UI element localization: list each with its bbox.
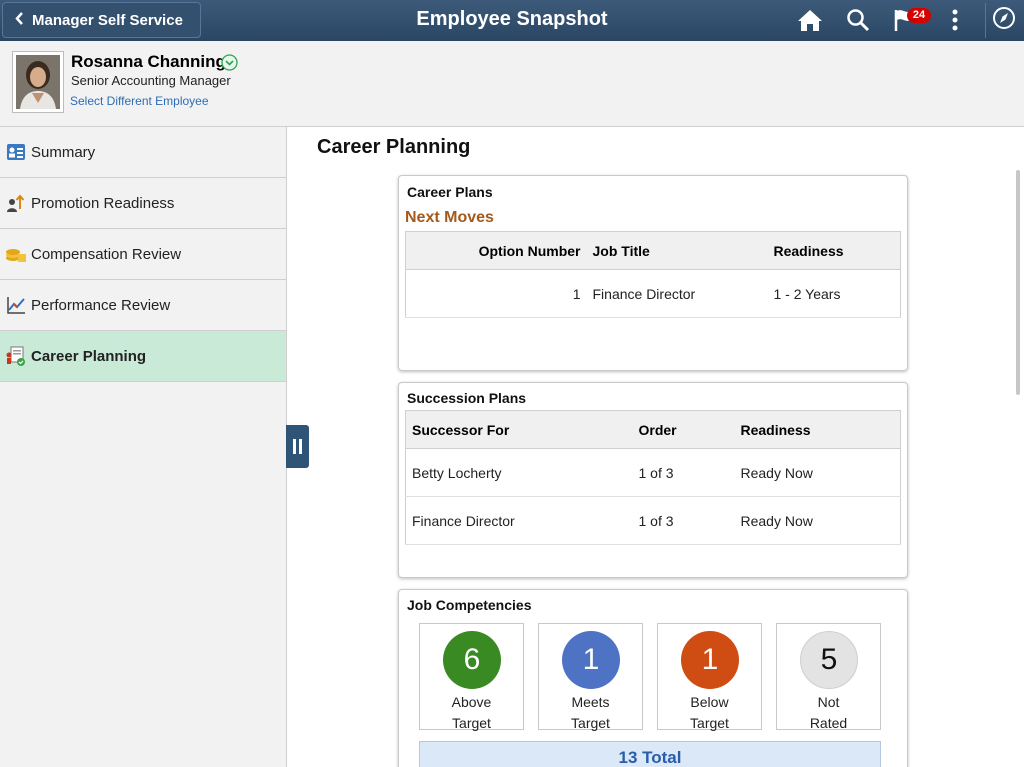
count-circle: 5 xyxy=(800,631,858,689)
successor-for-cell: Finance Director xyxy=(405,496,633,545)
table-row: Betty Locherty 1 of 3 Ready Now xyxy=(405,448,901,497)
employee-name: Rosanna Channing xyxy=(71,52,226,71)
section-heading: Career Planning xyxy=(317,136,471,158)
tile-label: Meets Target xyxy=(571,694,610,731)
column-header: Option Number xyxy=(405,231,587,270)
tile-label: Above Target xyxy=(451,694,492,731)
home-icon[interactable] xyxy=(796,6,824,34)
succession-plans-card: Succession Plans Successor For Order Rea… xyxy=(398,382,908,578)
total-competencies[interactable]: 13 Total xyxy=(419,741,881,767)
job-title-cell: Finance Director xyxy=(586,269,768,318)
count-circle: 1 xyxy=(681,631,739,689)
sidebar-item-label: Performance Review xyxy=(31,296,171,314)
back-button[interactable]: Manager Self Service xyxy=(2,2,201,38)
card-title: Succession Plans xyxy=(407,390,527,406)
next-moves-subheading: Next Moves xyxy=(405,209,494,226)
table-row: Finance Director 1 of 3 Ready Now xyxy=(405,496,901,545)
sidebar-item-career-planning[interactable]: Career Planning xyxy=(0,331,286,382)
column-header: Successor For xyxy=(405,410,633,449)
sidebar-item-label: Compensation Review xyxy=(31,245,182,263)
career-planning-icon xyxy=(0,345,31,367)
career-plans-card: Career Plans Next Moves Option Number Jo… xyxy=(398,175,908,371)
succession-plans-table: Successor For Order Readiness Betty Loch… xyxy=(405,410,901,545)
tile-label: Below Target xyxy=(690,694,729,731)
chevron-left-icon xyxy=(15,11,24,29)
sidebar-item-label: Career Planning xyxy=(31,347,147,365)
readiness-cell: Ready Now xyxy=(734,496,901,545)
employee-title: Senior Accounting Manager xyxy=(71,73,231,88)
readiness-cell: 1 - 2 Years xyxy=(767,269,901,318)
tile-not-rated[interactable]: 5 Not Rated xyxy=(776,623,881,731)
sidebar-item-summary[interactable]: Summary xyxy=(0,127,286,178)
performance-icon xyxy=(0,295,31,315)
tile-label: Not Rated xyxy=(809,694,848,731)
search-icon[interactable] xyxy=(844,6,872,34)
sidebar-item-label: Summary xyxy=(31,143,96,161)
order-cell: 1 of 3 xyxy=(632,496,735,545)
compensation-icon xyxy=(0,245,31,263)
column-header: Readiness xyxy=(734,410,901,449)
notification-badge: 24 xyxy=(907,8,931,23)
competency-tiles: 6 Above Target 1 Meets Target 1 Below Targe… xyxy=(419,623,889,731)
tile-above-target[interactable]: 6 Above Target xyxy=(419,623,524,731)
back-button-label: Manager Self Service xyxy=(32,11,183,29)
successor-for-cell: Betty Locherty xyxy=(405,448,633,497)
next-moves-table: Option Number Job Title Readiness 1 Fina… xyxy=(405,231,901,318)
sidebar-item-compensation-review[interactable]: Compensation Review xyxy=(0,229,286,280)
top-banner: Manager Self Service Employee Snapshot 2… xyxy=(0,0,1024,41)
sidebar-item-performance-review[interactable]: Performance Review xyxy=(0,280,286,331)
employee-photo xyxy=(12,51,64,113)
more-icon[interactable] xyxy=(941,6,969,34)
column-header: Order xyxy=(632,410,735,449)
count-circle: 1 xyxy=(562,631,620,689)
collapse-sidebar-button[interactable] xyxy=(286,425,309,468)
sidebar-item-promotion-readiness[interactable]: Promotion Readiness xyxy=(0,178,286,229)
job-competencies-card: Job Competencies 6 Above Target 1 Meets Ta… xyxy=(398,589,908,767)
navigator-button[interactable] xyxy=(985,3,1021,38)
column-header: Readiness xyxy=(767,231,901,270)
summary-icon xyxy=(0,143,31,161)
column-header: Job Title xyxy=(586,231,768,270)
sidebar-item-label: Promotion Readiness xyxy=(31,194,175,212)
promotion-icon xyxy=(0,193,31,213)
tile-below-target[interactable]: 1 Below Target xyxy=(657,623,762,731)
card-title: Career Plans xyxy=(407,184,493,200)
sidebar: Summary Promotion Readiness Compensation… xyxy=(0,127,287,767)
vertical-scrollbar[interactable] xyxy=(1016,170,1020,395)
tile-meets-target[interactable]: 1 Meets Target xyxy=(538,623,643,731)
table-row: 1 Finance Director 1 - 2 Years xyxy=(405,269,901,318)
readiness-cell: Ready Now xyxy=(734,448,901,497)
count-circle: 6 xyxy=(443,631,501,689)
order-cell: 1 of 3 xyxy=(632,448,735,497)
card-title: Job Competencies xyxy=(407,597,532,613)
option-number-cell: 1 xyxy=(405,269,587,318)
employee-banner: Rosanna Channing Senior Accounting Manag… xyxy=(0,41,1024,127)
navigator-icon xyxy=(992,6,1016,35)
select-different-employee-link[interactable]: Select Different Employee xyxy=(70,94,209,108)
